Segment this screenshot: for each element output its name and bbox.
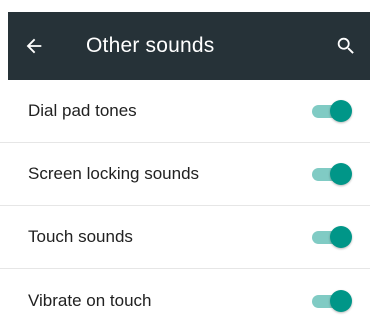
setting-row-touch-sounds[interactable]: Touch sounds	[0, 206, 370, 269]
setting-label: Touch sounds	[28, 227, 133, 246]
setting-label: Screen locking sounds	[28, 164, 200, 183]
setting-label: Vibrate on touch	[28, 290, 152, 310]
setting-row-screen-locking-sounds[interactable]: Screen locking sounds	[0, 143, 370, 206]
switch-thumb	[330, 289, 352, 312]
status-bar-strip	[0, 0, 370, 12]
arrow-left-icon	[26, 38, 42, 54]
search-icon	[337, 37, 354, 54]
setting-row-vibrate-on-touch[interactable]: Vibrate on touch	[0, 269, 370, 332]
switch-thumb	[330, 163, 352, 185]
settings-list: Dial pad tones Screen locking sounds Tou…	[0, 80, 370, 332]
toggle-switch[interactable]	[310, 224, 356, 250]
search-button[interactable]	[322, 12, 370, 80]
setting-label: Dial pad tones	[28, 101, 137, 120]
back-button[interactable]	[8, 12, 60, 80]
switch-thumb	[330, 100, 352, 122]
toggle-switch[interactable]	[310, 98, 356, 124]
setting-row-dial-pad-tones[interactable]: Dial pad tones	[0, 80, 370, 143]
app-bar: Other sounds	[8, 12, 370, 80]
switch-thumb	[330, 226, 352, 248]
toggle-switch[interactable]	[310, 288, 356, 314]
page-title: Other sounds	[86, 34, 215, 57]
toggle-switch[interactable]	[310, 161, 356, 187]
